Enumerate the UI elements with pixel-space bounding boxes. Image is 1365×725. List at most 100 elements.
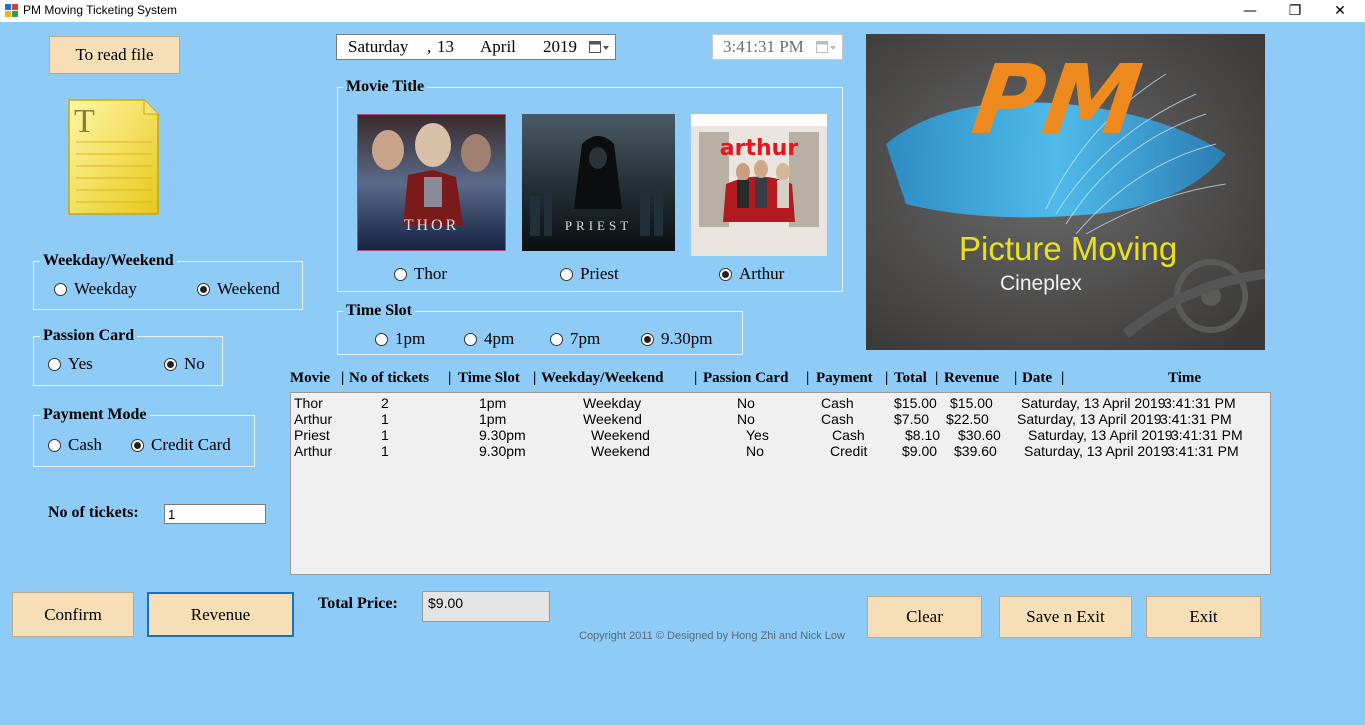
table-cell: 9.30pm	[479, 443, 526, 459]
table-cell: 1pm	[479, 411, 507, 427]
revenue-button[interactable]: Revenue	[147, 592, 294, 637]
table-cell: Thor	[294, 395, 323, 411]
time-picker[interactable]: 3:41:31 PM	[712, 34, 843, 60]
header-separator: |	[1061, 370, 1065, 386]
table-cell: 1pm	[479, 395, 507, 411]
time-slot-option-label: 9.30pm	[661, 329, 713, 348]
radio-930pm[interactable]	[641, 332, 654, 346]
table-cell: 1	[381, 443, 389, 459]
close-button[interactable]: ✕	[1317, 0, 1363, 22]
radio-1pm[interactable]	[375, 332, 388, 346]
radio-7pm[interactable]	[550, 332, 563, 346]
header-date: Date	[1022, 370, 1052, 386]
minimize-button[interactable]: —	[1227, 0, 1273, 22]
header-movie: Movie	[290, 370, 330, 386]
table-cell: Saturday, 13 April 2019	[1028, 427, 1173, 443]
movie-option-thor[interactable]: Thor	[394, 264, 447, 284]
credit-card-option[interactable]: Credit Card	[131, 435, 231, 455]
logo-letters: PM	[966, 44, 1148, 156]
table-cell: Yes	[746, 427, 769, 443]
arthur-poster[interactable]: arthur	[691, 114, 827, 256]
movie-option-arthur[interactable]: Arthur	[719, 264, 784, 284]
weekend-option[interactable]: Weekend	[197, 279, 280, 299]
credit-card-label: Credit Card	[151, 435, 231, 454]
tickets-label: No of tickets:	[48, 504, 139, 521]
table-cell: 2	[381, 395, 389, 411]
app-icon	[5, 4, 18, 17]
weekday-weekend-label: Weekday/Weekend	[40, 252, 177, 270]
passion-yes-option[interactable]: Yes	[48, 354, 93, 374]
table-cell: Saturday, 13 April 2019	[1024, 443, 1169, 459]
date-weekday: Saturday	[348, 37, 409, 56]
read-file-button[interactable]: To read file	[49, 36, 180, 74]
time-4pm-option[interactable]: 4pm	[464, 329, 514, 349]
table-cell: $30.60	[958, 427, 1001, 443]
time-930pm-option[interactable]: 9.30pm	[641, 329, 712, 349]
radio-passion-no[interactable]	[164, 357, 177, 371]
header-passion-card: Passion Card	[703, 370, 789, 386]
date-picker[interactable]: Saturday , 13 April 2019	[336, 34, 616, 60]
movie-option-label: Priest	[580, 264, 619, 283]
time-1pm-option[interactable]: 1pm	[375, 329, 425, 349]
time-7pm-option[interactable]: 7pm	[550, 329, 600, 349]
header-separator: |	[1014, 370, 1018, 386]
date-month: April	[480, 37, 516, 56]
transaction-list[interactable]: Thor 2 1pm Weekday No Cash $15.00 $15.00…	[290, 392, 1271, 575]
thor-poster[interactable]: THOR	[357, 114, 506, 251]
header-payment: Payment	[816, 370, 873, 386]
clear-button[interactable]: Clear	[867, 596, 982, 638]
weekday-option[interactable]: Weekday	[54, 279, 137, 299]
radio-credit-card[interactable]	[131, 438, 144, 452]
date-year: 2019	[543, 37, 577, 56]
header-separator: |	[533, 370, 537, 386]
radio-passion-yes[interactable]	[48, 357, 61, 371]
confirm-button[interactable]: Confirm	[12, 592, 134, 637]
table-cell: $7.50	[894, 411, 930, 427]
text-file-icon[interactable]: T	[66, 98, 162, 218]
copyright-text: Copyright 2011 © Designed by Hong Zhi an…	[579, 630, 845, 642]
maximize-button[interactable]: ❐	[1272, 0, 1318, 22]
header-time: Time	[1168, 370, 1202, 386]
radio-cash[interactable]	[48, 438, 61, 452]
save-exit-button[interactable]: Save n Exit	[999, 596, 1132, 638]
radio-weekend[interactable]	[197, 282, 210, 296]
movie-option-priest[interactable]: Priest	[560, 264, 619, 284]
table-cell: Cash	[821, 395, 854, 411]
radio-thor[interactable]	[394, 267, 407, 281]
table-cell: $8.10	[905, 427, 941, 443]
table-cell: Weekend	[583, 411, 642, 427]
calendar-dropdown-icon[interactable]	[816, 41, 838, 54]
arthur-poster-title: arthur	[719, 136, 799, 161]
movie-title-label: Movie Title	[343, 78, 428, 96]
svg-text:T: T	[74, 103, 95, 140]
calendar-dropdown-icon[interactable]	[589, 41, 611, 54]
date-comma: ,	[427, 37, 432, 56]
table-cell: Arthur	[294, 411, 333, 427]
tickets-input[interactable]: 1	[164, 504, 266, 524]
priest-poster-title: PRIEST	[564, 218, 633, 233]
table-cell: 9.30pm	[479, 427, 526, 443]
header-separator: |	[935, 370, 939, 386]
table-cell: $39.60	[954, 443, 997, 459]
radio-weekday[interactable]	[54, 282, 67, 296]
header-separator: |	[885, 370, 889, 386]
cash-option[interactable]: Cash	[48, 435, 102, 455]
radio-4pm[interactable]	[464, 332, 477, 346]
passion-no-label: No	[184, 354, 205, 373]
table-cell: Saturday, 13 April 2019	[1017, 411, 1162, 427]
passion-yes-label: Yes	[68, 354, 93, 373]
cineplex-logo: PM Picture Moving Cineplex	[866, 34, 1265, 350]
radio-priest[interactable]	[560, 267, 573, 281]
radio-arthur[interactable]	[719, 267, 732, 281]
table-cell: 3:41:31 PM	[1171, 427, 1243, 443]
table-cell: Cash	[821, 411, 854, 427]
table-cell: Priest	[294, 427, 330, 443]
priest-poster[interactable]: PRIEST	[522, 114, 675, 251]
time-slot-option-label: 7pm	[570, 329, 601, 348]
table-cell: $15.00	[950, 395, 993, 411]
table-cell: 3:41:31 PM	[1160, 411, 1232, 427]
table-cell: Cash	[832, 427, 865, 443]
header-total: Total	[894, 370, 927, 386]
passion-no-option[interactable]: No	[164, 354, 205, 374]
exit-button[interactable]: Exit	[1146, 596, 1261, 638]
